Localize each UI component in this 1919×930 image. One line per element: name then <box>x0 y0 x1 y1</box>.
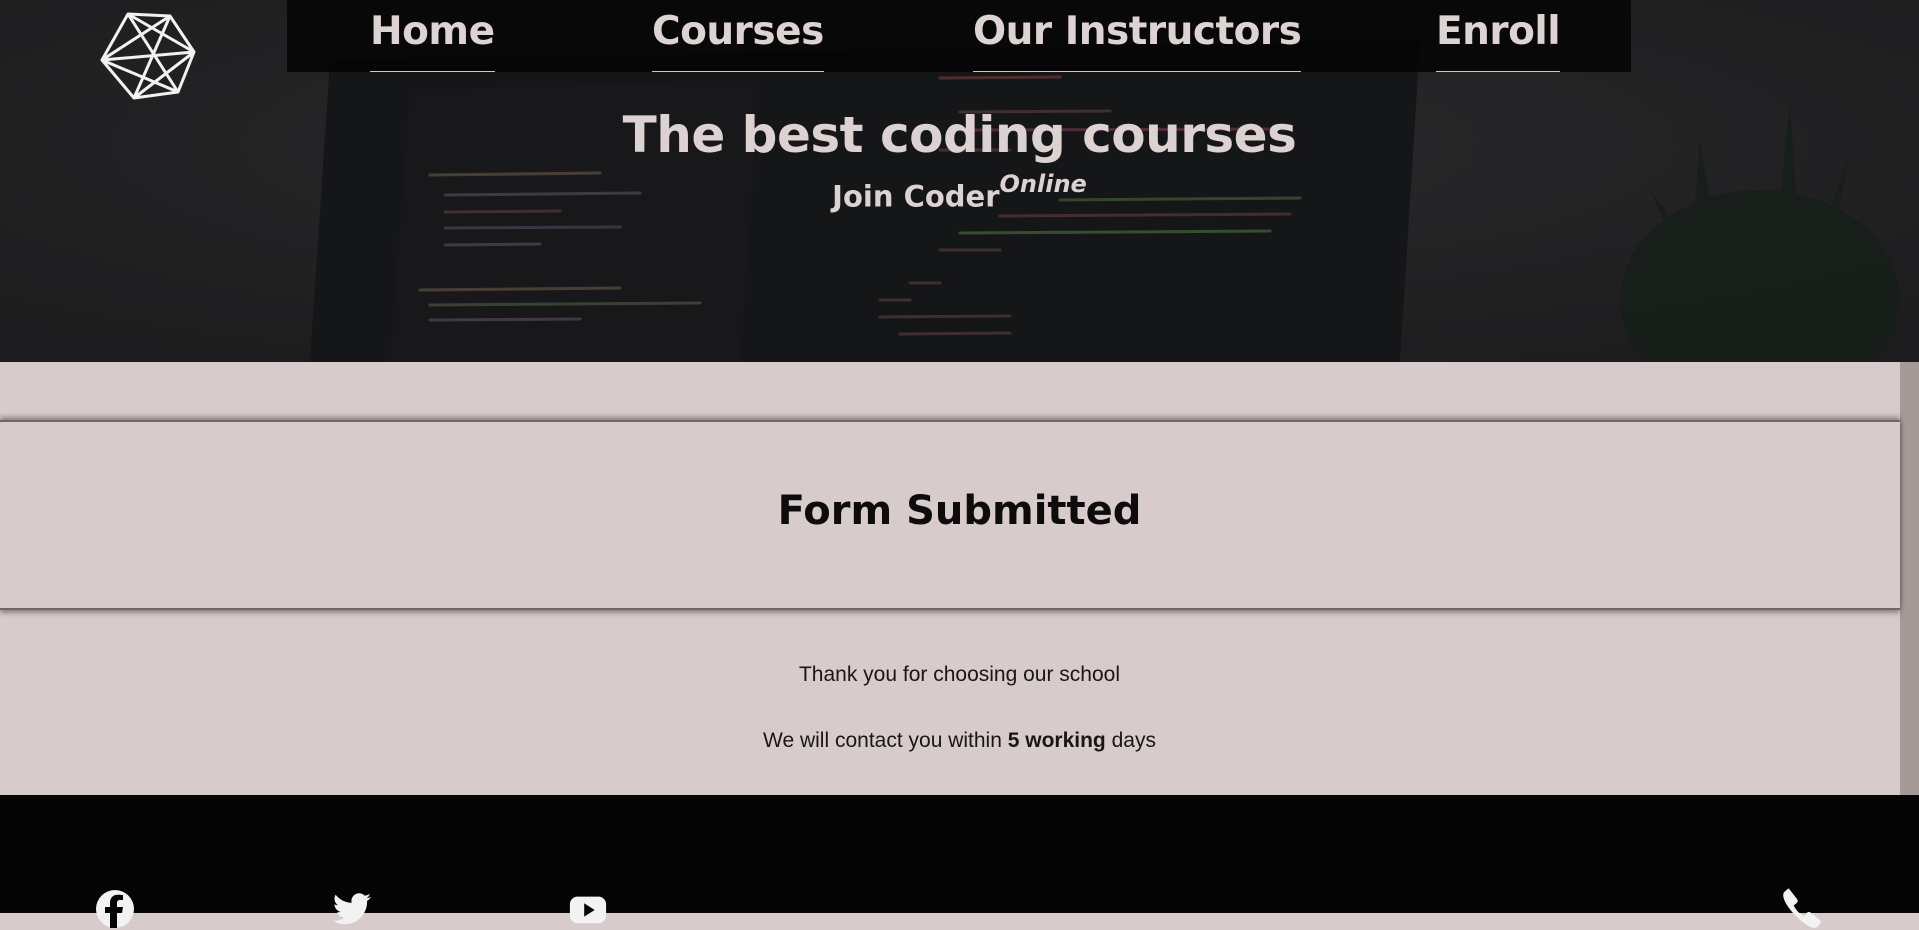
nav-enroll-link[interactable]: Enroll <box>1436 7 1561 72</box>
facebook-icon[interactable] <box>94 888 136 930</box>
twitter-icon[interactable] <box>332 888 374 930</box>
nav-instructors-link[interactable]: Our Instructors <box>973 7 1302 72</box>
contact-suffix: days <box>1111 729 1156 752</box>
page-title: Form Submitted <box>777 488 1142 534</box>
hero-banner: Home Courses Our Instructors Enroll The … <box>0 0 1919 362</box>
footer <box>0 795 1919 913</box>
phone-icon[interactable] <box>1780 888 1822 930</box>
nav-courses-link[interactable]: Courses <box>652 7 824 72</box>
hero-subtitle-main: Join Coder <box>832 179 1000 214</box>
thanks-message: Thank you for choosing our school <box>798 663 1121 686</box>
hero-title: The best coding courses <box>622 106 1297 164</box>
contact-prefix: We will contact you within <box>763 729 1002 752</box>
hero-subtitle-sup: Online <box>999 170 1087 198</box>
hero-subtitle: Join CoderOnline <box>0 170 1919 214</box>
contact-bold: 5 working <box>1007 729 1106 752</box>
top-navbar: Home Courses Our Instructors Enroll <box>287 0 1631 72</box>
youtube-icon[interactable] <box>568 888 608 930</box>
nav-home-link[interactable]: Home <box>370 7 495 72</box>
contact-message: We will contact you within 5 working day… <box>0 729 1919 753</box>
logo-icon[interactable] <box>98 12 198 100</box>
